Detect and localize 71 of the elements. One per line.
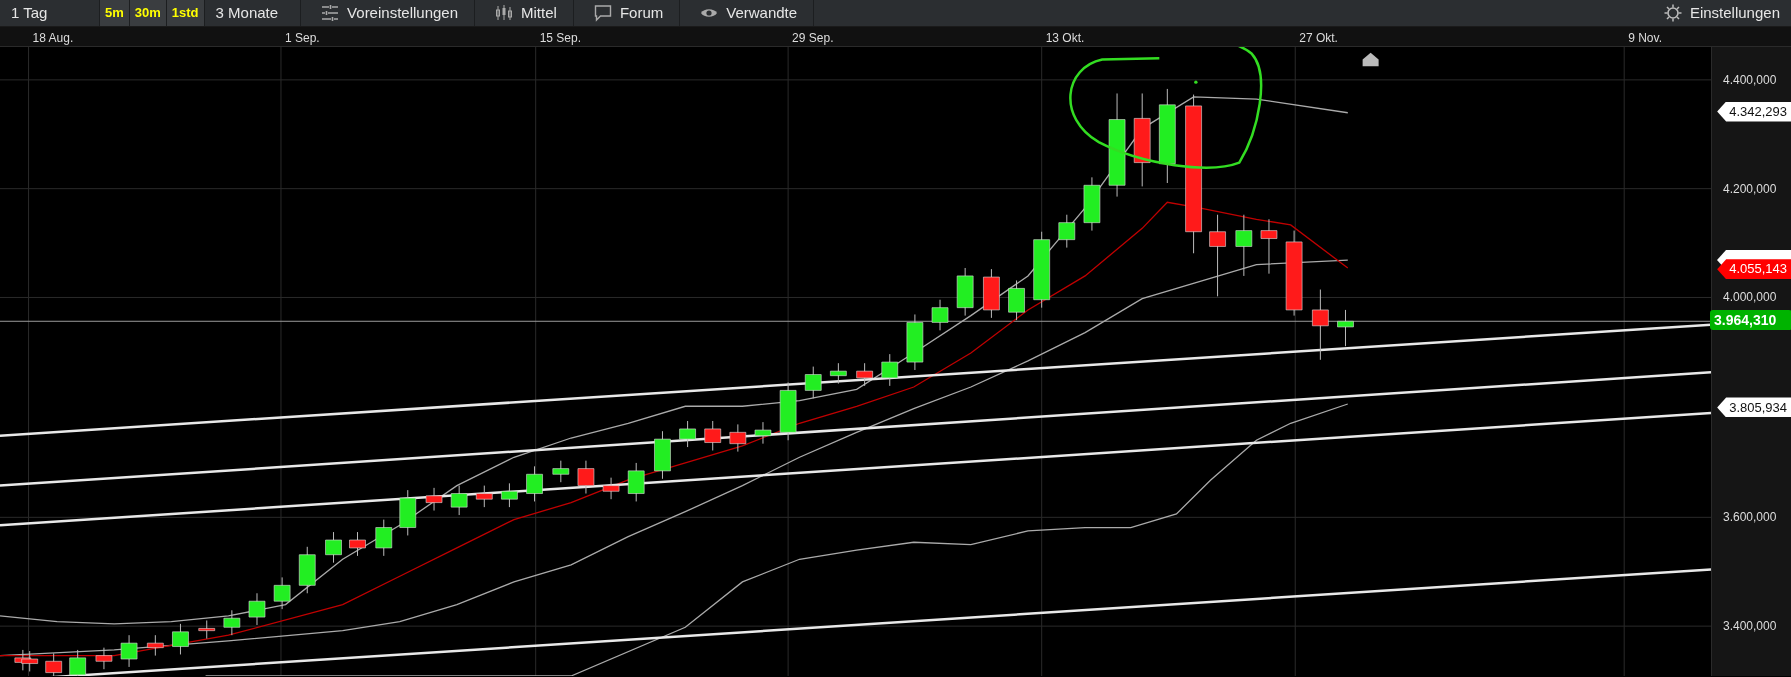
candle [147,634,164,657]
candle [830,362,847,385]
candle [21,650,38,672]
date-label: 1 Sep. [284,30,320,47]
candle [298,546,316,594]
candle [1058,214,1076,249]
event-marker-icon[interactable] [1362,52,1379,67]
candle [1312,289,1329,361]
candle [45,652,62,676]
candle [399,489,417,536]
price-axis-label: 4.400,000 [1723,71,1777,89]
interval-button[interactable]: 1std [166,0,205,26]
candle [1260,218,1278,275]
candle [754,421,772,445]
candle [956,267,974,317]
price-tag: 3.805,934 [1717,397,1791,418]
price-axis-label: 4.000,000 [1723,289,1777,307]
price-axis-label: 3.400,000 [1723,618,1777,636]
date-label: 18 Aug. [32,30,74,47]
candle [804,366,822,399]
candle [120,634,138,668]
candle [679,420,696,448]
price-tag: 4.055,143 [1717,259,1791,280]
candle [172,623,189,655]
candle [856,362,873,387]
date-label: 29 Sep. [792,30,834,47]
price-tag: 4.342,293 [1717,101,1791,122]
candle [729,423,747,453]
candle [273,576,291,610]
candle [425,487,443,512]
candle [602,477,620,500]
candle [349,531,366,557]
candle [881,353,899,387]
freehand-dot [1194,80,1198,84]
price-tag: 3.964,310 [1710,310,1791,331]
candle [1235,214,1253,277]
candle [526,465,543,502]
candle [983,268,1000,319]
candle [248,592,266,626]
candle [931,299,949,331]
candle [704,420,721,451]
interval-button[interactable]: 30m [129,0,167,26]
candle [476,485,493,508]
candle [325,531,342,564]
candlestick-icon [495,4,514,22]
date-label: 27 Okt. [1299,30,1338,47]
candle [1083,176,1101,232]
price-axis-label: 3.600,000 [1723,509,1777,527]
candle [654,430,671,480]
candle [95,647,113,670]
candle [906,313,924,371]
date-label: 15 Sep. [539,30,582,47]
date-label: 9 Nov. [1628,30,1662,47]
candle [501,482,518,508]
settings-icon [1663,4,1682,22]
candle [375,519,393,557]
candle [69,649,86,676]
candle [223,609,241,636]
presets-icon [321,4,340,22]
interval-button[interactable]: 5m [100,0,130,26]
candle [627,462,645,502]
date-label: 13 Okt. [1045,30,1085,47]
price-axis-label: 4.200,000 [1723,180,1777,198]
candle [577,460,595,495]
candle [198,619,216,640]
speech-bubble-icon [593,4,612,22]
candle [450,485,468,516]
candle [1008,279,1025,321]
candle [1337,309,1354,347]
candle [552,460,570,483]
candle [779,381,797,441]
